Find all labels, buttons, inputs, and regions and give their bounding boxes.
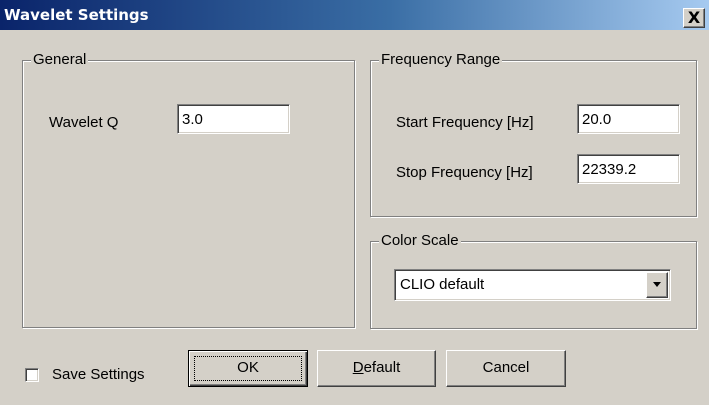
color-scale-selected-value: CLIO default <box>400 276 485 293</box>
dialog-title: Wavelet Settings <box>4 6 149 24</box>
color-scale-group: Color Scale CLIO default <box>370 232 697 329</box>
frequency-range-group: Frequency Range Start Frequency [Hz] Sto… <box>370 51 697 217</box>
frequency-range-group-legend: Frequency Range <box>379 51 503 69</box>
start-frequency-label: Start Frequency [Hz] <box>396 114 534 131</box>
cancel-button-label: Cancel <box>482 359 530 376</box>
title-bar[interactable]: Wavelet Settings X <box>0 0 709 30</box>
color-scale-group-legend: Color Scale <box>379 232 461 250</box>
general-group-legend: General <box>31 51 89 69</box>
save-settings-checkbox[interactable] <box>25 368 39 382</box>
wavelet-q-input[interactable] <box>177 104 290 134</box>
wavelet-q-label: Wavelet Q <box>49 114 119 131</box>
stop-frequency-label: Stop Frequency [Hz] <box>396 164 533 181</box>
ok-button[interactable]: OK <box>188 350 308 387</box>
default-button-label: Default <box>352 359 401 376</box>
wavelet-settings-dialog: Wavelet Settings X General Wavelet Q Fre… <box>0 0 709 405</box>
general-group: General Wavelet Q <box>22 51 355 328</box>
save-settings-label[interactable]: Save Settings <box>52 366 145 384</box>
ok-button-label: OK <box>237 359 259 376</box>
start-frequency-input[interactable] <box>577 104 680 134</box>
close-icon: X <box>687 8 701 27</box>
default-button[interactable]: Default <box>317 350 436 387</box>
close-button[interactable]: X <box>683 8 705 28</box>
stop-frequency-input[interactable] <box>577 154 680 184</box>
chevron-down-icon[interactable] <box>646 272 668 298</box>
cancel-button[interactable]: Cancel <box>446 350 566 387</box>
color-scale-select[interactable]: CLIO default <box>394 269 671 301</box>
